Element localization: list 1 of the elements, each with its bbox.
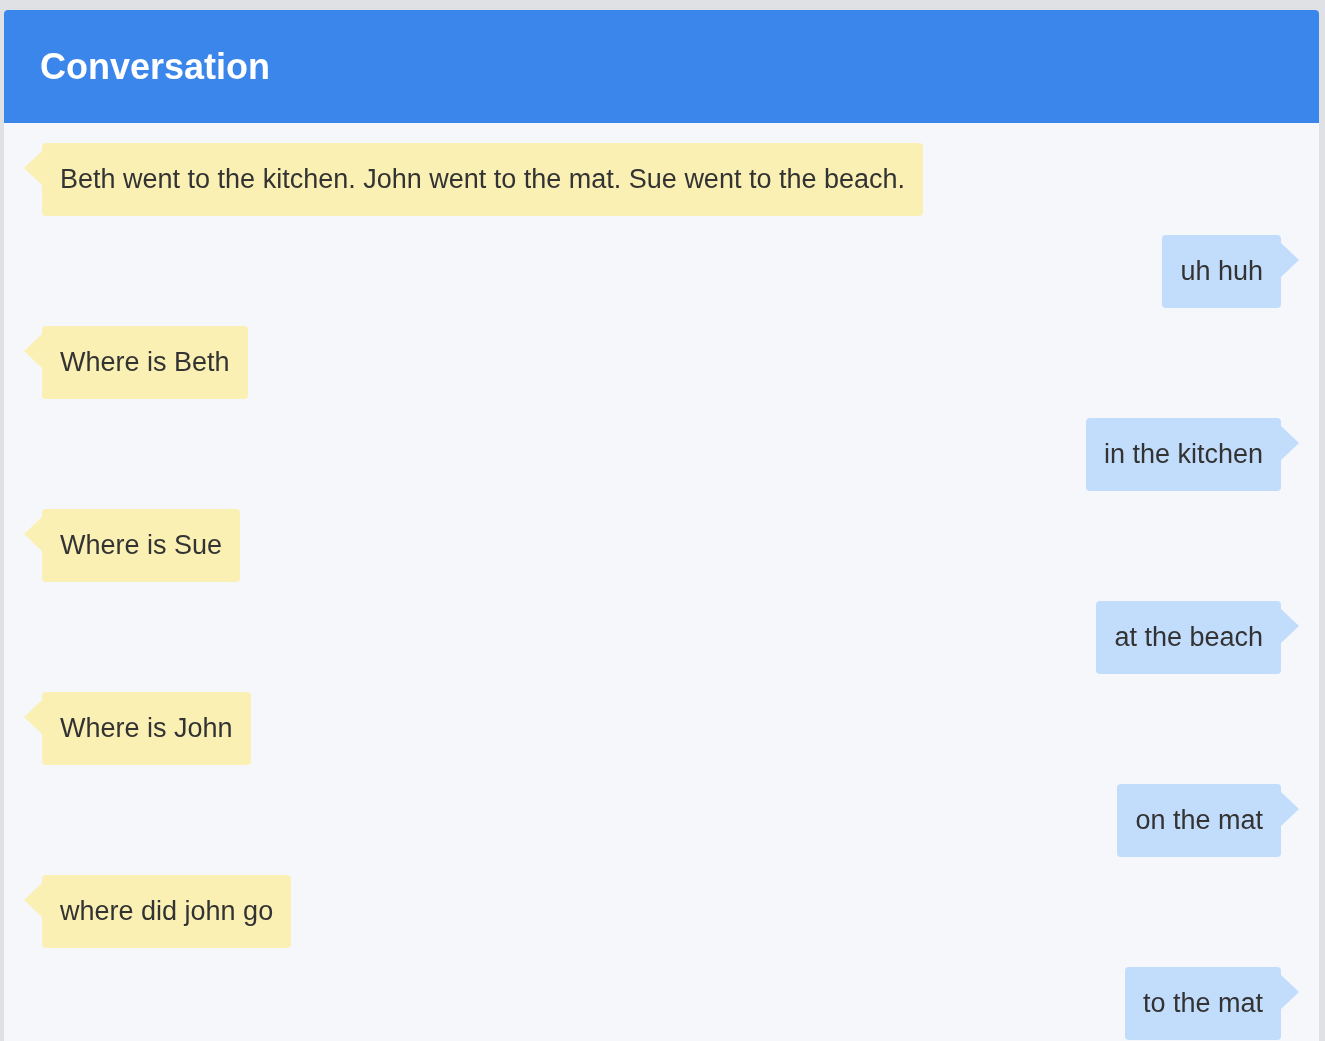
header-title: Conversation (40, 44, 271, 89)
